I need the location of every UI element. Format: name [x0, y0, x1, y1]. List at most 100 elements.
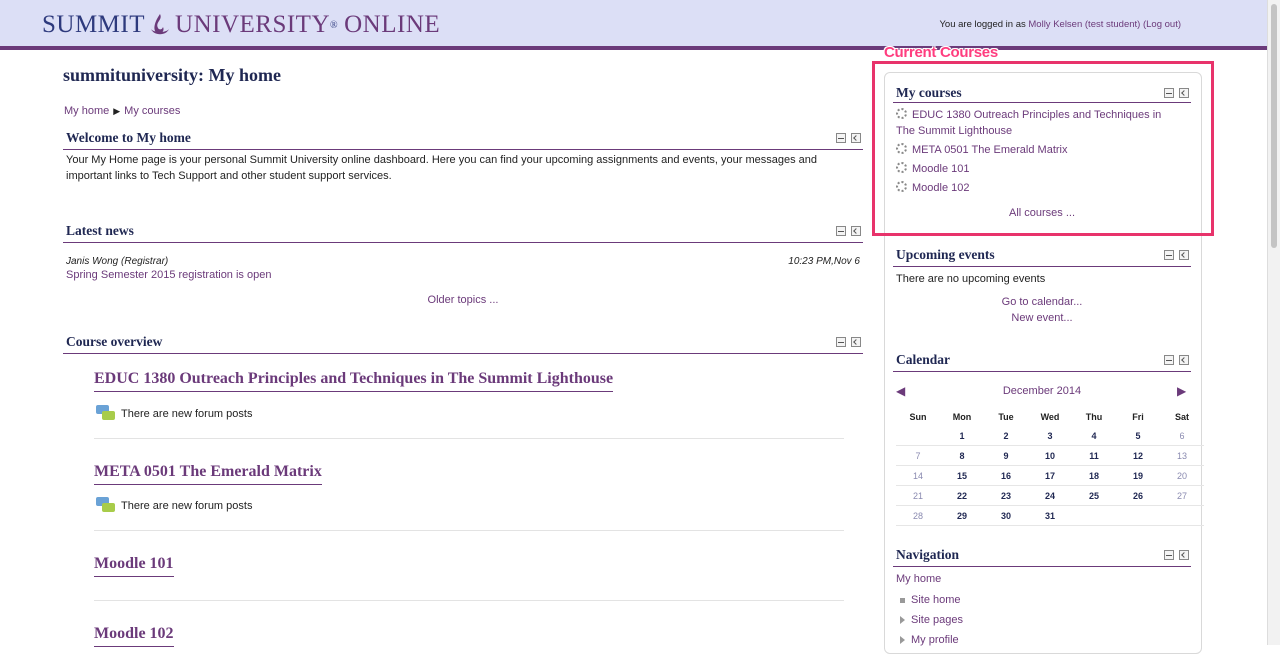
overview-course-link[interactable]: Moodle 101 — [94, 555, 174, 577]
no-events-text: There are no upcoming events — [896, 273, 1046, 285]
minimize-block-icon[interactable] — [836, 226, 846, 236]
calendar-day[interactable]: 2 — [984, 426, 1028, 446]
forum-notice-text: There are new forum posts — [121, 500, 253, 512]
dock-block-icon[interactable] — [851, 226, 861, 236]
calendar-day[interactable]: 21 — [896, 485, 940, 506]
minimize-block-icon[interactable] — [836, 337, 846, 347]
site-logo[interactable]: SUMMIT UNIVERSITY ® ONLINE — [42, 10, 440, 40]
calendar-day — [1116, 505, 1160, 526]
logout-link[interactable]: (Log out) — [1143, 19, 1181, 30]
calendar-block-header: Calendar — [893, 351, 1191, 372]
breadcrumb-my-courses[interactable]: My courses — [124, 105, 180, 117]
calendar-day[interactable]: 3 — [1028, 426, 1072, 446]
dock-block-icon[interactable] — [851, 337, 861, 347]
nav-item-label: Site pages — [911, 614, 963, 626]
calendar-day[interactable]: 6 — [1160, 426, 1204, 446]
minimize-block-icon[interactable] — [1164, 550, 1174, 560]
dock-block-icon[interactable] — [1179, 355, 1189, 365]
calendar-day[interactable]: 8 — [940, 445, 984, 466]
calendar-day[interactable]: 1 — [940, 426, 984, 446]
calendar-day[interactable]: 13 — [1160, 445, 1204, 466]
forum-posts-icon — [96, 497, 116, 515]
calendar-day[interactable]: 30 — [984, 505, 1028, 526]
calendar-day[interactable]: 18 — [1072, 465, 1116, 486]
dock-block-icon[interactable] — [1179, 550, 1189, 560]
dock-block-icon[interactable] — [851, 133, 861, 143]
scrollbar-thumb[interactable] — [1271, 4, 1277, 248]
calendar-day-header: Sun — [909, 412, 927, 422]
logo-university: UNIVERSITY — [175, 11, 331, 38]
calendar-day[interactable]: 24 — [1028, 485, 1072, 506]
calendar-day[interactable]: 5 — [1116, 426, 1160, 446]
calendar-day-header: Sat — [1174, 412, 1189, 422]
expand-arrow-icon[interactable] — [900, 636, 905, 644]
events-block-header: Upcoming events — [893, 246, 1191, 267]
nav-my-home-link[interactable]: My home — [896, 572, 941, 588]
overview-course-link[interactable]: Moodle 102 — [94, 625, 174, 647]
calendar-day[interactable]: 19 — [1116, 465, 1160, 486]
current-courses-annotation: Current Courses — [884, 44, 998, 61]
calendar-block-controls — [1164, 355, 1189, 365]
navigation-block-controls — [1164, 550, 1189, 560]
forum-notice-text: There are new forum posts — [121, 408, 253, 420]
dock-block-icon[interactable] — [1179, 250, 1189, 260]
page-scrollbar[interactable] — [1267, 0, 1280, 645]
expand-arrow-icon[interactable] — [900, 616, 905, 624]
overview-block-title: Course overview — [66, 334, 163, 349]
login-info: You are logged in as Molly Kelsen (test … — [939, 19, 1181, 30]
nav-item-site-home[interactable]: Site home — [900, 594, 961, 606]
next-month-icon[interactable]: ▶ — [1177, 384, 1186, 400]
calendar-day[interactable]: 11 — [1072, 445, 1116, 466]
go-to-calendar-link[interactable]: Go to calendar... — [896, 295, 1188, 311]
overview-block-header: Course overview — [63, 333, 863, 354]
calendar-day[interactable]: 25 — [1072, 485, 1116, 506]
calendar-day[interactable]: 9 — [984, 445, 1028, 466]
calendar-day[interactable]: 20 — [1160, 465, 1204, 486]
breadcrumb-my-home[interactable]: My home — [64, 105, 109, 117]
nav-item-my-profile[interactable]: My profile — [900, 634, 959, 646]
overview-course-link[interactable]: EDUC 1380 Outreach Principles and Techni… — [94, 370, 614, 392]
events-block-controls — [1164, 250, 1189, 260]
minimize-block-icon[interactable] — [836, 133, 846, 143]
calendar-day[interactable]: 16 — [984, 465, 1028, 486]
news-block-controls — [836, 226, 861, 236]
course-divider — [94, 438, 844, 439]
course-divider — [94, 600, 844, 601]
minimize-block-icon[interactable] — [1164, 355, 1174, 365]
calendar-day[interactable]: 22 — [940, 485, 984, 506]
nav-item-site-pages[interactable]: Site pages — [900, 614, 963, 626]
calendar-day — [896, 426, 940, 446]
current-courses-highlight — [872, 61, 1214, 236]
calendar-day — [1072, 505, 1116, 526]
bullet-icon — [900, 597, 905, 603]
logo-online: ONLINE — [344, 11, 441, 38]
welcome-block-header: Welcome to My home — [63, 129, 863, 150]
calendar-day[interactable]: 15 — [940, 465, 984, 486]
older-topics-link[interactable]: Older topics ... — [0, 293, 926, 309]
calendar-day[interactable]: 27 — [1160, 485, 1204, 506]
calendar-day-header: Fri — [1132, 412, 1144, 422]
calendar-day[interactable]: 7 — [896, 445, 940, 466]
calendar-day[interactable]: 31 — [1028, 505, 1072, 526]
overview-course-link[interactable]: META 0501 The Emerald Matrix — [94, 463, 322, 485]
user-profile-link[interactable]: Molly Kelsen (test student) — [1028, 19, 1140, 30]
site-header: SUMMIT UNIVERSITY ® ONLINE You are logge… — [0, 0, 1268, 50]
welcome-text: Your My Home page is your personal Summi… — [66, 154, 818, 182]
calendar-day[interactable]: 4 — [1072, 426, 1116, 446]
calendar-day[interactable]: 17 — [1028, 465, 1072, 486]
news-headline-link[interactable]: Spring Semester 2015 registration is ope… — [66, 268, 271, 284]
calendar-month-link[interactable]: December 2014 — [896, 384, 1188, 400]
calendar-day[interactable]: 10 — [1028, 445, 1072, 466]
calendar-block-title: Calendar — [896, 352, 950, 367]
calendar-day[interactable]: 26 — [1116, 485, 1160, 506]
minimize-block-icon[interactable] — [1164, 250, 1174, 260]
calendar-day[interactable]: 23 — [984, 485, 1028, 506]
calendar-day[interactable]: 14 — [896, 465, 940, 486]
news-block-header: Latest news — [63, 222, 863, 243]
new-event-link[interactable]: New event... — [896, 311, 1188, 327]
calendar-day[interactable]: 28 — [896, 505, 940, 526]
nav-item-label: My profile — [911, 634, 959, 646]
calendar-day[interactable]: 29 — [940, 505, 984, 526]
calendar-day[interactable]: 12 — [1116, 445, 1160, 466]
forum-notice: There are new forum posts — [96, 405, 252, 423]
